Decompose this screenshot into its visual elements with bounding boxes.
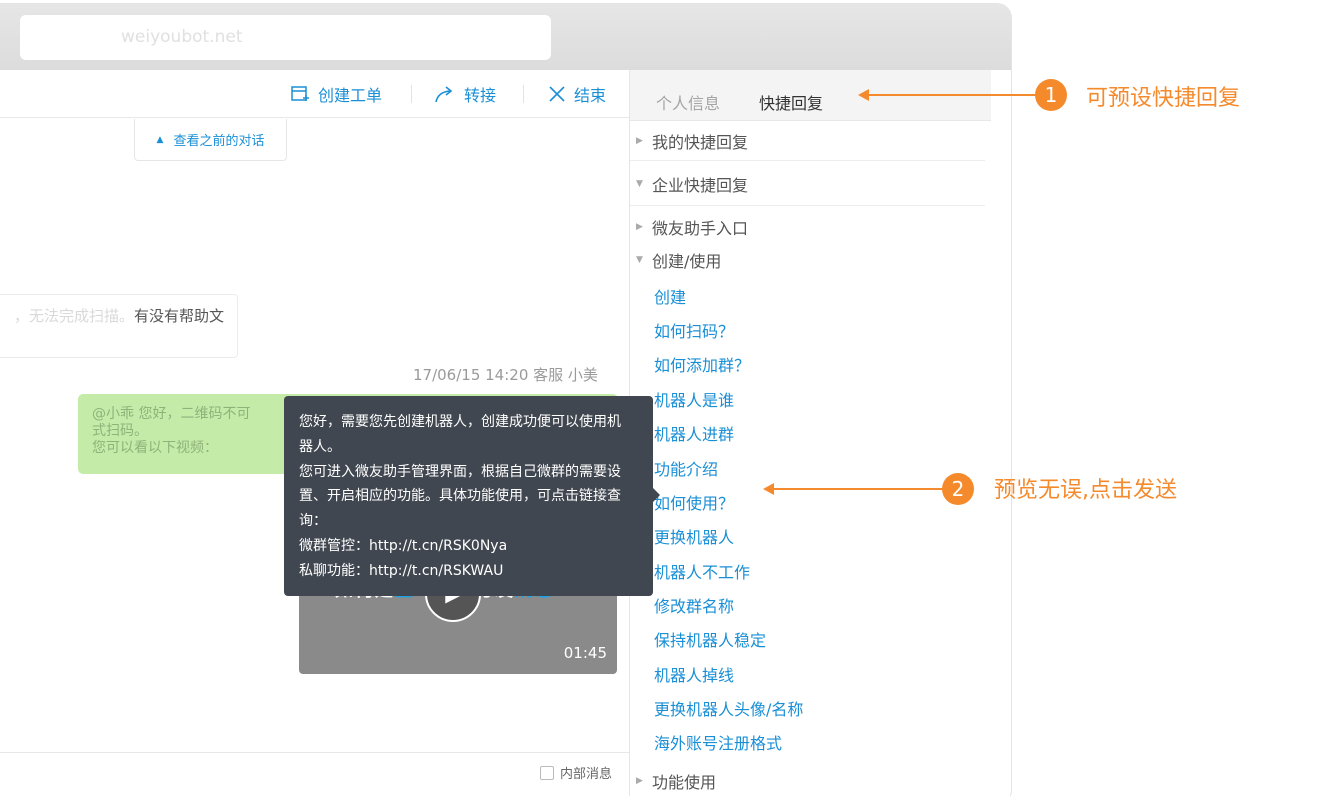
create-ticket-button[interactable]: 创建工单 xyxy=(290,82,382,106)
group-label: 企业快捷回复 xyxy=(652,175,749,195)
annotation-number: 1 xyxy=(1035,79,1067,111)
quick-reply-item[interactable]: 功能介绍 xyxy=(654,456,718,480)
end-label: 结束 xyxy=(574,86,607,105)
group-create-use[interactable]: ▼ 创建/使用 xyxy=(630,245,985,275)
ticket-icon xyxy=(291,86,309,101)
tab-personal-info[interactable]: 个人信息 xyxy=(656,90,720,114)
tooltip-line: 微群管控：http://t.cn/RSK0Nya xyxy=(299,537,508,554)
annotation-number: 2 xyxy=(942,473,974,505)
toolbar-divider xyxy=(411,85,412,103)
group-label: 创建/使用 xyxy=(652,252,722,271)
tooltip-line: 询： xyxy=(299,513,327,530)
tooltip-line: 私聊功能：http://t.cn/RSKWAU xyxy=(299,562,504,579)
tooltip-arrow xyxy=(653,488,660,502)
browser-topbar: weiyoubot.net xyxy=(0,4,1011,70)
quick-reply-item[interactable]: 机器人进群 xyxy=(654,421,734,445)
annotation-text: 预览无误,点击发送 xyxy=(994,478,1177,503)
quick-reply-item[interactable]: 创建 xyxy=(654,284,686,308)
tooltip-line: 置、开启相应的功能。具体功能使用，可点击链接查 xyxy=(299,488,621,505)
quick-reply-item[interactable]: 修改群名称 xyxy=(654,593,734,617)
group-function-use[interactable]: ▶ 功能使用 xyxy=(630,766,985,796)
tooltip-line: 器人。 xyxy=(299,438,341,455)
reply-preview-tooltip: 您好，需要您先创建机器人，创建成功便可以使用机 器人。 您可进入微友助手管理界面… xyxy=(284,396,660,596)
group-label: 功能使用 xyxy=(652,773,717,792)
quick-reply-item[interactable]: 保持机器人稳定 xyxy=(654,627,766,651)
chat-toolbar: 创建工单 转接 结束 xyxy=(0,70,630,118)
group-label: 我的快捷回复 xyxy=(652,132,749,152)
quick-reply-item[interactable]: 机器人不工作 xyxy=(654,559,750,583)
group-label: 微友助手入口 xyxy=(652,219,749,238)
caret-down-icon: ▼ xyxy=(636,178,643,189)
caret-right-icon: ▶ xyxy=(636,776,643,786)
message-input-area[interactable]: 内部消息 xyxy=(0,752,630,796)
incoming-message: ，无法完成扫描。有没有帮助文 xyxy=(0,294,238,358)
video-duration: 01:45 xyxy=(563,644,607,662)
address-bar[interactable]: weiyoubot.net xyxy=(20,15,551,60)
quick-reply-item[interactable]: 如何添加群？ xyxy=(654,352,750,376)
screenshot-stage: weiyoubot.net 创建工单 转接 结束 ▲ 查看之前的对话 ，无法完成… xyxy=(0,0,1339,796)
tooltip-line: 您可进入微友助手管理界面，根据自己微群的需要设 xyxy=(299,463,621,480)
quick-reply-item[interactable]: 机器人是谁 xyxy=(654,387,734,411)
quick-reply-item[interactable]: 海外账号注册格式 xyxy=(654,730,782,754)
annotation-line xyxy=(866,94,1036,96)
message-meta: 17/06/15 14:20 客服 小美 xyxy=(413,366,598,384)
view-history-label: 查看之前的对话 xyxy=(173,134,265,149)
incoming-text-faded: ，无法完成扫描。 xyxy=(14,307,135,325)
quick-reply-item[interactable]: 更换机器人头像/名称 xyxy=(654,696,803,720)
caret-right-icon: ▶ xyxy=(636,222,643,232)
group-my-quick-replies[interactable]: ▶ 我的快捷回复 xyxy=(630,121,985,161)
transfer-label: 转接 xyxy=(464,86,497,105)
transfer-arrow-icon xyxy=(435,86,453,103)
caret-down-icon: ▼ xyxy=(636,255,643,265)
quick-reply-item[interactable]: 如何使用？ xyxy=(654,490,734,514)
tooltip-line: 您好，需要您先创建机器人，创建成功便可以使用机 xyxy=(299,414,621,430)
internal-message-checkbox[interactable] xyxy=(539,765,554,780)
internal-message-toggle[interactable]: 内部消息 xyxy=(539,763,612,782)
end-button[interactable]: 结束 xyxy=(548,82,606,106)
internal-message-label: 内部消息 xyxy=(559,767,612,782)
annotation-line xyxy=(771,488,943,490)
caret-right-icon: ▶ xyxy=(636,135,643,146)
quick-reply-item[interactable]: 更换机器人 xyxy=(654,524,734,548)
create-ticket-label: 创建工单 xyxy=(318,86,383,105)
group-company-quick-replies[interactable]: ▼ 企业快捷回复 xyxy=(630,162,985,206)
annotation-text: 可预设快捷回复 xyxy=(1086,86,1241,111)
view-history-button[interactable]: ▲ 查看之前的对话 xyxy=(134,119,287,161)
toolbar-divider xyxy=(523,85,524,103)
incoming-text: 有没有帮助文 xyxy=(134,307,225,325)
quick-reply-item[interactable]: 机器人掉线 xyxy=(654,662,734,686)
caret-up-icon: ▲ xyxy=(156,134,164,145)
quick-reply-item[interactable]: 如何扫码？ xyxy=(654,318,734,342)
tab-quick-reply[interactable]: 快捷回复 xyxy=(759,90,823,114)
group-assistant-entry[interactable]: ▶ 微友助手入口 xyxy=(630,212,985,242)
transfer-button[interactable]: 转接 xyxy=(434,82,496,106)
side-panel: 个人信息 快捷回复 ▶ 我的快捷回复 ▼ 企业快捷回复 ▶ 微友助手入口 ▼ 创… xyxy=(629,70,991,796)
close-icon xyxy=(549,86,565,102)
